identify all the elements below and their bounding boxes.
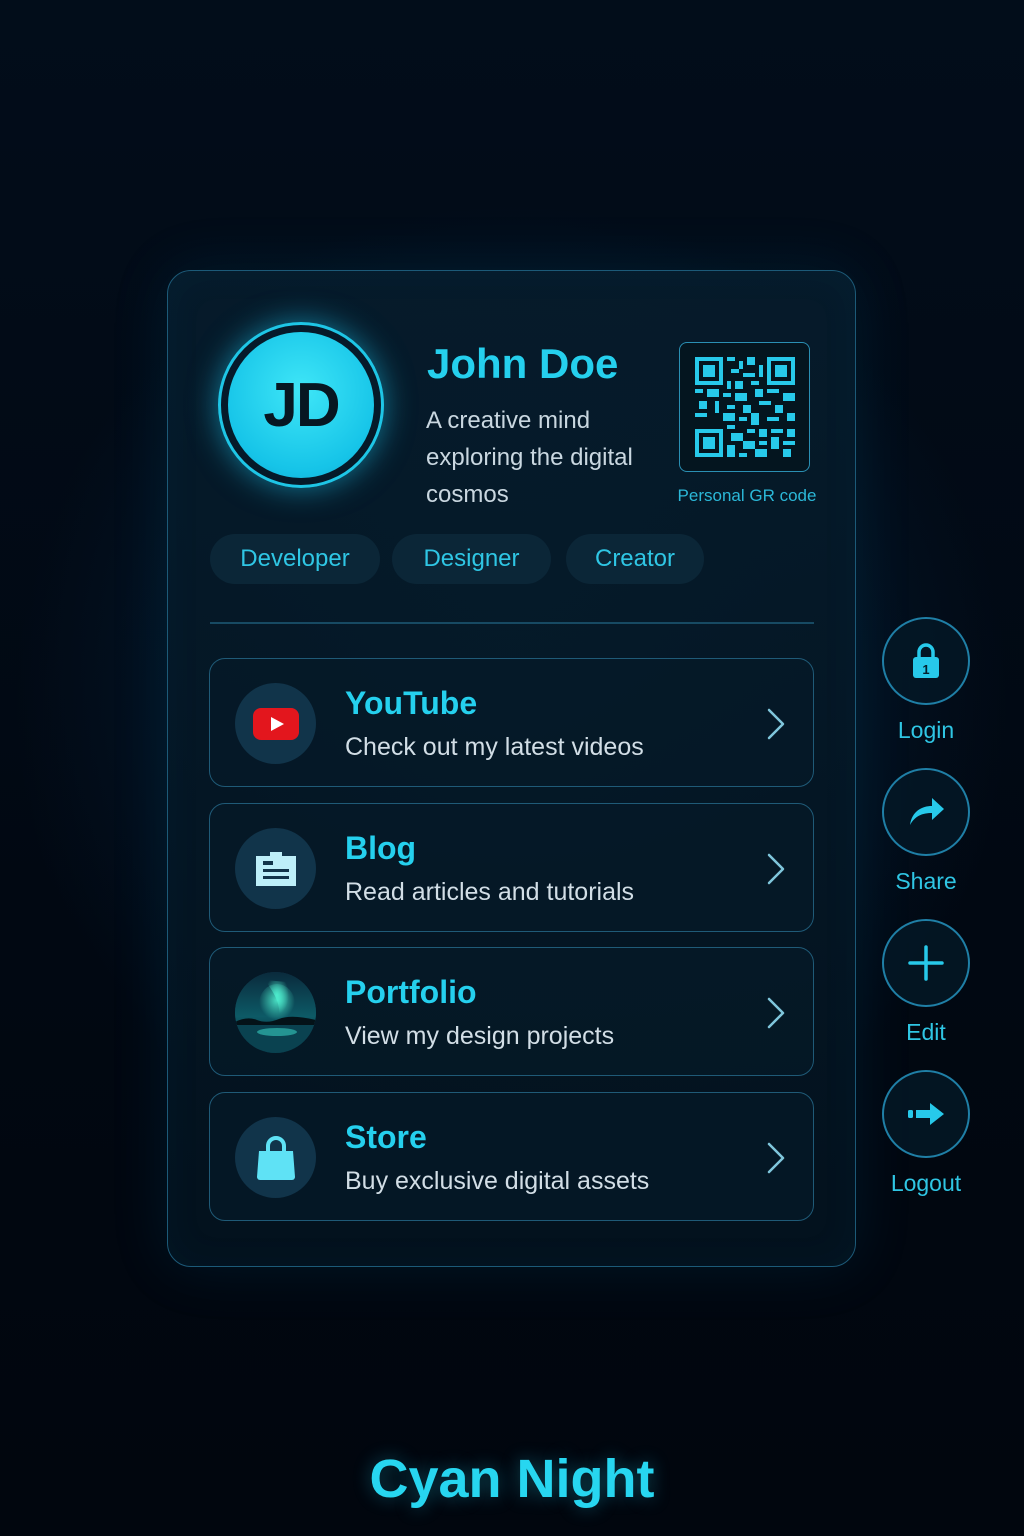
- chevron-right-icon: [767, 1142, 785, 1174]
- blog-icon: [235, 828, 316, 909]
- edit-button[interactable]: [882, 919, 970, 1007]
- tag-creator[interactable]: Creator: [566, 534, 704, 584]
- link-title: Portfolio: [345, 974, 477, 1010]
- link-subtitle: Read articles and tutorials: [345, 878, 635, 906]
- link-title: YouTube: [345, 685, 478, 721]
- chevron-right-icon: [767, 708, 785, 740]
- shopping-bag-icon: [235, 1117, 316, 1198]
- avatar-initials: JD: [228, 332, 374, 478]
- link-subtitle: View my design projects: [345, 1022, 615, 1050]
- chevron-right-icon: [767, 997, 785, 1029]
- lock-icon: 1: [913, 643, 939, 678]
- profile-name: John Doe: [427, 340, 619, 387]
- qr-code-icon: [694, 357, 795, 457]
- link-blog[interactable]: Blog Read articles and tutorials: [209, 803, 814, 932]
- login-button[interactable]: 1: [882, 617, 970, 705]
- logout-button[interactable]: [882, 1070, 970, 1158]
- link-portfolio[interactable]: Portfolio View my design projects: [209, 947, 814, 1076]
- share-label: Share: [895, 868, 957, 894]
- aurora-image: [235, 972, 316, 1053]
- qr-code-label: Personal GR code: [677, 486, 817, 505]
- svg-text:1: 1: [922, 662, 929, 677]
- share-arrow-icon: [910, 798, 944, 825]
- link-subtitle: Buy exclusive digital assets: [345, 1167, 650, 1195]
- link-subtitle: Check out my latest videos: [345, 733, 644, 761]
- logout-arrow-icon: [908, 1103, 944, 1125]
- youtube-icon: [235, 683, 316, 764]
- link-store[interactable]: Store Buy exclusive digital assets: [209, 1092, 814, 1221]
- plus-icon: [908, 945, 944, 981]
- qr-code[interactable]: [679, 342, 810, 472]
- edit-label: Edit: [906, 1019, 946, 1045]
- avatar[interactable]: JD: [218, 322, 384, 488]
- login-label: Login: [897, 717, 955, 743]
- logout-label: Logout: [890, 1170, 962, 1196]
- link-title: Store: [345, 1119, 427, 1155]
- divider: [210, 622, 814, 624]
- tag-designer[interactable]: Designer: [392, 534, 551, 584]
- chevron-right-icon: [767, 853, 785, 885]
- brand-title: Cyan Night: [369, 1449, 655, 1509]
- link-youtube[interactable]: YouTube Check out my latest videos: [209, 658, 814, 787]
- tag-developer[interactable]: Developer: [210, 534, 380, 584]
- share-button[interactable]: [882, 768, 970, 856]
- profile-bio: A creative mind exploring the digital co…: [426, 407, 633, 508]
- link-title: Blog: [345, 830, 417, 866]
